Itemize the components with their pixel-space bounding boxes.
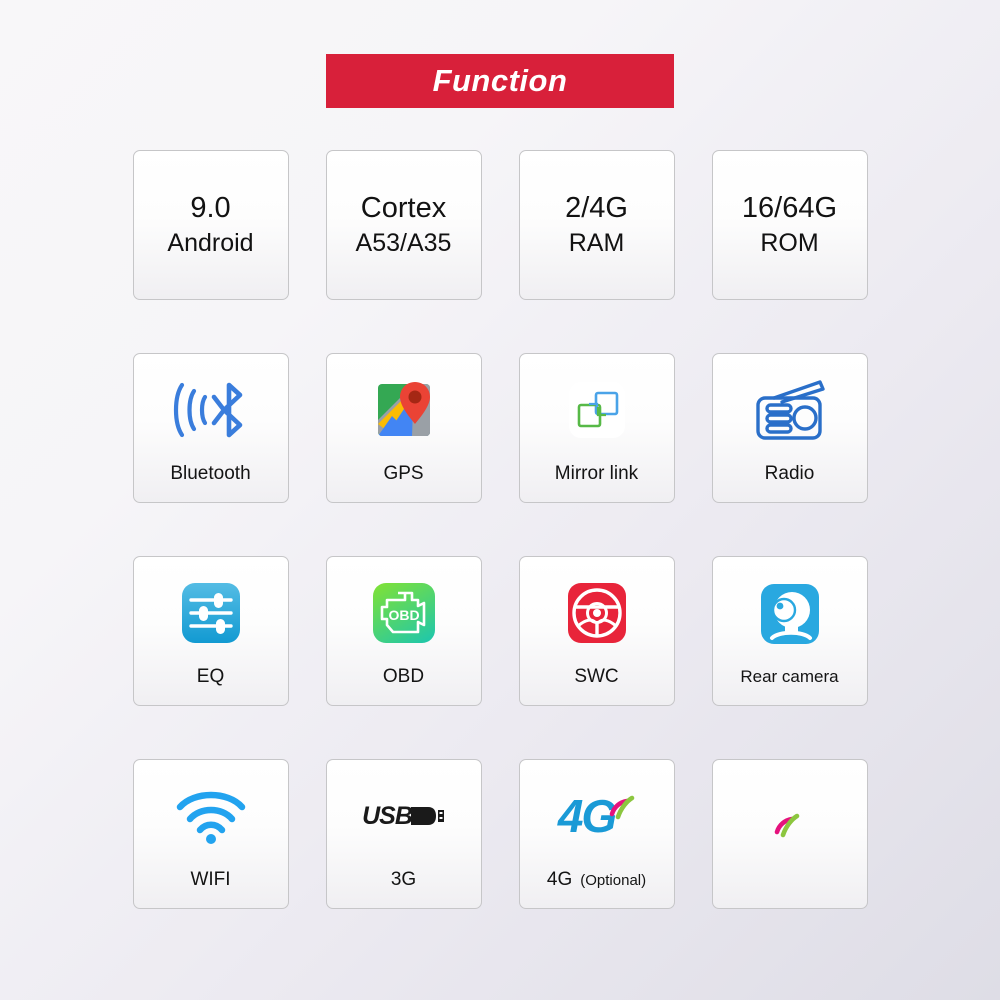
card-radio[interactable]: Radio (711, 353, 868, 503)
3g-label-row: 4G (Optional) (547, 869, 646, 891)
3g-glyph-text: 4G (557, 790, 617, 842)
card-4g[interactable] (711, 759, 868, 909)
radio-label: Radio (764, 463, 815, 484)
google-maps-icon (327, 371, 481, 449)
feature-grid: 9.0 Android Cortex A53/A35 2/4G RAM 16/6… (125, 108, 875, 909)
rom-label: ROM (760, 228, 819, 257)
3g-optional-note: (Optional) (580, 872, 647, 889)
banner-container: Function (0, 0, 1000, 108)
wifi-label: WIFI (190, 869, 231, 890)
obd-label: OBD (382, 666, 425, 687)
ram-label: RAM (568, 228, 625, 257)
gps-label: GPS (383, 463, 424, 484)
card-ram[interactable]: 2/4G RAM (518, 150, 675, 300)
3g-label: 4G (546, 869, 573, 890)
bluetooth-label: Bluetooth (170, 463, 251, 484)
usb-icon: USB (327, 777, 481, 855)
card-bluetooth[interactable]: Bluetooth (132, 353, 289, 503)
mirror-link-label: Mirror link (554, 463, 639, 484)
usb-glyph-text: USB (362, 801, 413, 830)
card-obd[interactable]: OBD OBD (325, 556, 482, 706)
usb-label: 3G (390, 869, 417, 890)
mirror-link-icon (520, 371, 674, 449)
card-3g[interactable]: 4G 4G (Optional) (518, 759, 675, 909)
android-version-value: 9.0 (190, 192, 231, 225)
cpu-model-value: A53/A35 (355, 228, 452, 257)
camera-icon (713, 575, 867, 653)
page-title: Function (432, 63, 568, 98)
swc-label: SWC (574, 666, 619, 687)
rom-size-value: 16/64G (741, 192, 838, 225)
card-usb[interactable]: USB 3G (325, 759, 482, 909)
equalizer-icon (134, 574, 288, 652)
4g-signal-icon (713, 788, 867, 866)
card-cpu[interactable]: Cortex A53/A35 (325, 150, 482, 300)
steering-wheel-icon (520, 574, 674, 652)
card-android-version[interactable]: 9.0 Android (132, 150, 289, 300)
card-rear-camera[interactable]: Rear camera (711, 556, 868, 706)
card-gps[interactable]: GPS (325, 353, 482, 503)
radio-icon (713, 371, 867, 449)
card-mirror-link[interactable]: Mirror link (518, 353, 675, 503)
ram-size-value: 2/4G (565, 192, 628, 225)
card-eq[interactable]: EQ (132, 556, 289, 706)
obd-engine-icon: OBD (327, 574, 481, 652)
card-swc[interactable]: SWC (518, 556, 675, 706)
rear-camera-label: Rear camera (740, 667, 839, 686)
bluetooth-icon (134, 371, 288, 449)
card-wifi[interactable]: WIFI (132, 759, 289, 909)
3g-signal-icon: 4G (520, 777, 674, 855)
svg-text:OBD: OBD (388, 607, 419, 623)
function-banner: Function (326, 54, 674, 108)
eq-label: EQ (196, 666, 225, 687)
android-version-label: Android (167, 228, 254, 257)
wifi-icon (134, 777, 288, 855)
cpu-family-value: Cortex (360, 192, 447, 225)
card-rom[interactable]: 16/64G ROM (711, 150, 868, 300)
